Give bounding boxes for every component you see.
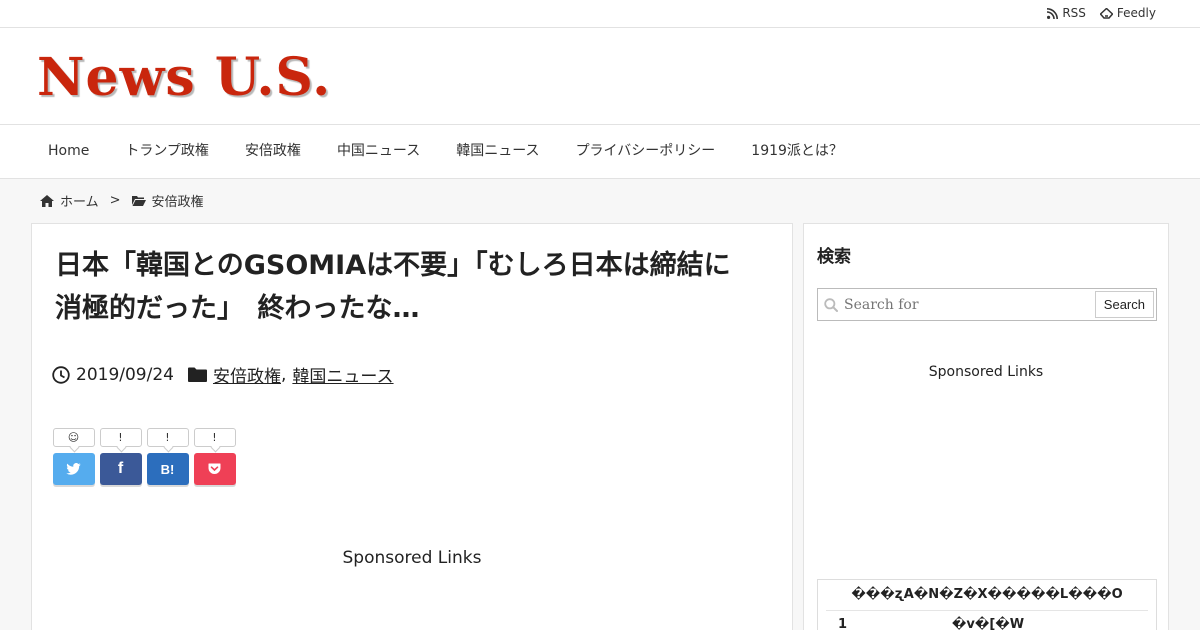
share-twitter: ☺: [52, 428, 95, 485]
ranking-item[interactable]: 1 �v�[�W: [818, 611, 1156, 630]
breadcrumb-category[interactable]: 安倍政権: [152, 191, 204, 210]
nav-item-trump[interactable]: トランプ政権: [107, 125, 227, 178]
sponsored-links-label: Sponsored Links: [342, 548, 482, 568]
article-title: 日本「韓国とのGSOMIAは不要」「むしろ日本は締結に 消極的だった」 終わった…: [55, 244, 775, 330]
category-separator: ,: [280, 364, 287, 385]
search-form: Search: [817, 288, 1157, 321]
nav-item-abe[interactable]: 安倍政権: [227, 125, 319, 178]
search-widget-title: 検索: [817, 247, 851, 267]
home-icon: [40, 194, 54, 207]
search-button[interactable]: Search: [1094, 291, 1154, 318]
facebook-icon: f: [117, 460, 124, 477]
share-facebook: ! f: [99, 428, 142, 485]
rss-icon: [1047, 7, 1059, 19]
article-meta: 2019/09/24 安倍政権, 韓国ニュース: [52, 362, 394, 387]
feedly-link[interactable]: Feedly: [1099, 6, 1156, 20]
sidebar: 検索 Search Sponsored Links ���ʐA�N�Z�X���…: [803, 223, 1169, 630]
article-title-line1: 日本「韓国とのGSOMIAは不要」「むしろ日本は締結に: [55, 250, 731, 281]
site-header: News U.S.: [0, 28, 1200, 125]
pocket-count: !: [193, 428, 236, 447]
share-hatena: ! B!: [146, 428, 189, 485]
hatena-count: !: [146, 428, 189, 447]
twitter-count: ☺: [52, 428, 95, 447]
nav-item-china[interactable]: 中国ニュース: [319, 125, 438, 178]
pocket-icon: [208, 463, 221, 474]
category-link-abe[interactable]: 安倍政権: [213, 362, 281, 387]
share-pocket: !: [193, 428, 236, 485]
feedly-label: Feedly: [1116, 6, 1156, 20]
article-card: 日本「韓国とのGSOMIAは不要」「むしろ日本は締結に 消極的だった」 終わった…: [31, 223, 793, 630]
nav-item-privacy[interactable]: プライバシーポリシー: [558, 125, 734, 178]
main-nav: Home トランプ政権 安倍政権 中国ニュース 韓国ニュース プライバシーポリシ…: [0, 124, 1200, 179]
search-input[interactable]: [844, 289, 1095, 320]
breadcrumb-separator: >: [109, 193, 121, 208]
facebook-count: !: [99, 428, 142, 447]
top-bar: RSS Feedly: [0, 0, 1200, 28]
nav-item-1919[interactable]: 1919派とは？: [733, 125, 861, 178]
article-date: 2019/09/24: [76, 364, 174, 385]
folder-open-icon: [131, 196, 146, 206]
top-links: RSS Feedly: [1047, 6, 1156, 20]
rss-link[interactable]: RSS: [1047, 6, 1086, 20]
search-icon: [818, 297, 844, 312]
feedly-icon: [1099, 7, 1113, 19]
clock-icon: [52, 365, 70, 384]
article-title-line2: 消極的だった」 終わったな…: [55, 293, 420, 324]
twitter-share-button[interactable]: [52, 453, 95, 485]
category-link-korea[interactable]: 韓国ニュース: [292, 362, 393, 387]
ranking-item-title: �v�[�W: [951, 617, 1025, 630]
pocket-share-button[interactable]: [193, 453, 236, 485]
ranking-widget: ���ʐA�N�Z�X�����L���O 1 �v�[�W: [817, 579, 1157, 630]
hatena-icon: B!: [160, 461, 175, 477]
facebook-share-button[interactable]: f: [99, 453, 142, 485]
twitter-icon: [66, 463, 81, 475]
sidebar-sponsored-label: Sponsored Links: [928, 364, 1044, 380]
rss-label: RSS: [1062, 6, 1086, 20]
nav-item-home[interactable]: Home: [30, 125, 107, 178]
breadcrumb-home[interactable]: ホーム: [60, 191, 99, 210]
ranking-header: ���ʐA�N�Z�X�����L���O: [826, 580, 1148, 611]
hatena-share-button[interactable]: B!: [146, 453, 189, 485]
site-logo[interactable]: News U.S.: [37, 48, 331, 108]
nav-item-korea[interactable]: 韓国ニュース: [438, 125, 557, 178]
folder-icon: [187, 367, 207, 382]
share-buttons: ☺ ! f ! B! !: [52, 428, 236, 485]
breadcrumb: ホーム > 安倍政権: [40, 191, 204, 210]
